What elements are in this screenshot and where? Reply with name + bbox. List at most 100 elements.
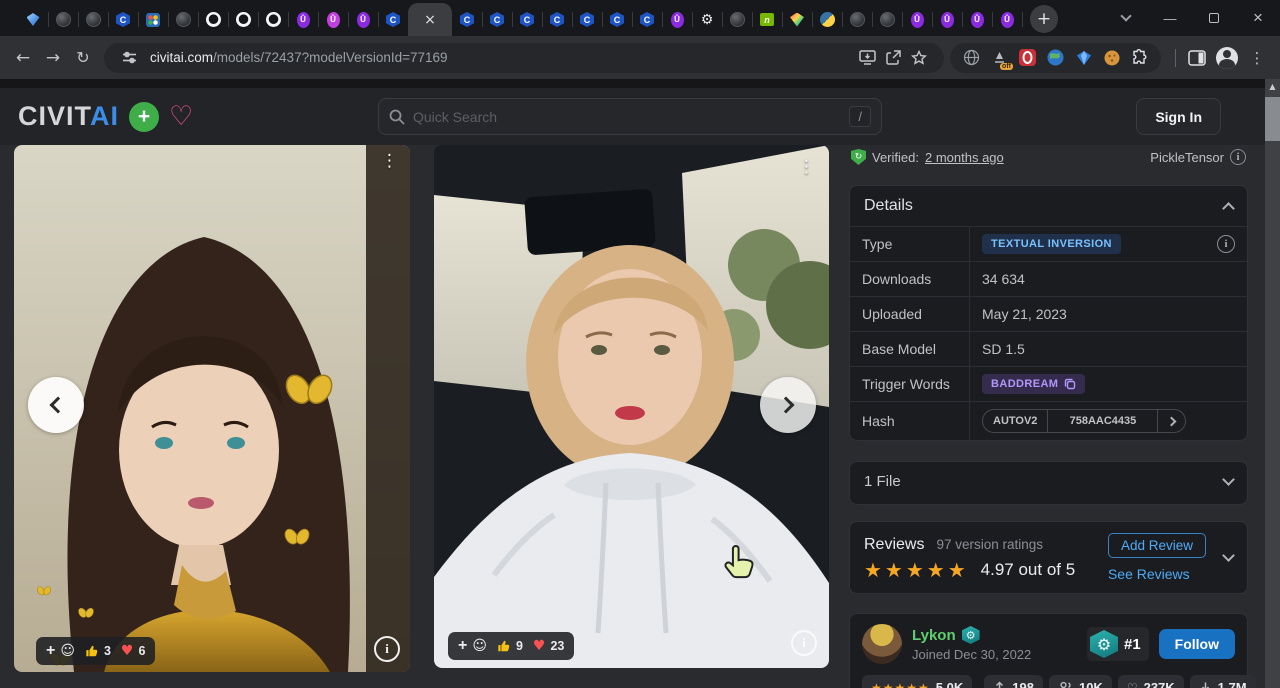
image-info-icon[interactable]: i [374,636,400,662]
tab[interactable] [872,3,902,36]
tab[interactable] [782,3,812,36]
image-info-icon[interactable]: i [791,630,817,656]
tab[interactable]: Û [348,3,378,36]
site-settings-icon[interactable] [116,45,142,71]
side-panel-icon[interactable] [1182,43,1212,73]
tab[interactable]: Û [932,3,962,36]
add-review-button[interactable]: Add Review [1108,533,1206,558]
restore-button[interactable] [1192,0,1236,36]
tab-close-icon[interactable]: × [424,13,436,27]
image-menu-icon[interactable]: ⋮ [381,153,398,170]
tab[interactable]: Û [662,3,692,36]
install-icon[interactable] [854,45,880,71]
tab[interactable] [138,3,168,36]
add-reaction-button[interactable]: +☺ [46,642,75,660]
tab[interactable] [812,3,842,36]
files-accordion-header[interactable]: 1 File [850,462,1247,501]
carousel-next-button[interactable] [760,377,816,433]
tab[interactable]: Û [962,3,992,36]
create-plus-button[interactable]: + [129,102,159,132]
creator-name[interactable]: Lykon [912,627,956,644]
share-icon[interactable] [880,45,906,71]
like-button[interactable]: 9 [497,639,523,653]
tab[interactable] [228,3,258,36]
tab[interactable]: C [602,3,632,36]
civitai-logo[interactable]: CIVITAI + ♡ [18,101,193,132]
tab[interactable] [198,3,228,36]
tab-active[interactable]: × [408,3,452,36]
reload-button[interactable]: ↻ [68,43,98,73]
tab[interactable]: Û [318,3,348,36]
see-reviews-link[interactable]: See Reviews [1108,566,1190,582]
tab[interactable] [48,3,78,36]
browser-menu-icon[interactable]: ⋮ [1242,43,1272,73]
creator-avatar[interactable] [862,624,902,664]
format-info-icon[interactable]: i [1230,149,1246,165]
extension-opera-icon[interactable] [1018,48,1037,67]
tab[interactable]: C [632,3,662,36]
tab[interactable]: C [512,3,542,36]
tab[interactable] [18,3,48,36]
bookmark-star-icon[interactable] [906,45,932,71]
tab[interactable] [168,3,198,36]
creator-rank-badge[interactable]: ⚙ #1 [1087,627,1149,661]
new-tab-button[interactable]: + [1030,5,1058,33]
hash-value[interactable]: 758AAC4435 [1047,410,1157,432]
tab[interactable] [78,3,108,36]
civitai-favicon: C [386,12,400,27]
type-info-icon[interactable]: i [1217,235,1235,253]
scrollbar-thumb[interactable] [1265,97,1280,141]
sign-in-button[interactable]: Sign In [1136,98,1221,135]
profile-avatar-icon[interactable] [1212,43,1242,73]
extension-cookie-icon[interactable] [1102,48,1121,67]
favorites-heart-icon[interactable]: ♡ [169,103,193,130]
tab[interactable]: Û [992,3,1022,36]
verified-time-link[interactable]: 2 months ago [925,150,1004,165]
chevron-down-icon[interactable] [1222,549,1235,562]
forward-button[interactable]: → [38,43,68,73]
hash-expand-button[interactable] [1157,410,1185,432]
tab[interactable]: Û [288,3,318,36]
back-button[interactable]: ← [8,43,38,73]
tab[interactable]: C [482,3,512,36]
like-button[interactable]: 3 [85,644,111,658]
tab[interactable]: C [572,3,602,36]
rating-stars[interactable]: ★★★★★ [864,560,969,580]
gallery-image-1[interactable]: ⋮ +☺ 3 ♥6 i [14,145,410,672]
image-menu-icon[interactable]: ⋮ [798,159,815,176]
tab[interactable]: C [452,3,482,36]
trigger-word-badge[interactable]: BADDREAM [982,374,1085,394]
extension-vpn-off-icon[interactable]: off [990,48,1009,67]
carousel-prev-button[interactable] [28,377,84,433]
heart-button[interactable]: ♥23 [533,638,564,654]
extension-globe-icon[interactable] [962,48,981,67]
tab[interactable]: ⚙ [692,3,722,36]
close-button[interactable]: × [1236,0,1280,36]
tab[interactable] [258,3,288,36]
tab[interactable]: C [542,3,572,36]
tab[interactable]: C [108,3,138,36]
page-scrollbar[interactable]: ▲ [1265,79,1280,688]
hash-pill[interactable]: AUTOV2 758AAC4435 [982,409,1186,433]
extension-gem-icon[interactable] [1074,48,1093,67]
tab[interactable]: n [752,3,782,36]
tab-search-icon[interactable] [1104,0,1148,36]
tab[interactable] [842,3,872,36]
address-bar[interactable]: civitai.com/models/72437?modelVersionId=… [104,43,944,73]
gallery-image-2[interactable]: ⋮ +☺ 9 ♥23 i [434,145,829,668]
scroll-up-arrow[interactable]: ▲ [1265,79,1280,94]
url-text[interactable]: civitai.com/models/72437?modelVersionId=… [150,50,854,65]
extension-earth-icon[interactable] [1046,48,1065,67]
type-badge[interactable]: TEXTUAL INVERSION [982,234,1121,254]
tab[interactable]: Û [902,3,932,36]
extensions-puzzle-icon[interactable] [1130,48,1149,67]
tab[interactable] [722,3,752,36]
details-accordion-header[interactable]: Details [850,186,1247,226]
tab[interactable]: C [378,3,408,36]
quick-search-input[interactable]: Quick Search / [378,98,882,135]
minimize-button[interactable]: — [1148,0,1192,36]
follow-button[interactable]: Follow [1159,629,1235,659]
copy-icon[interactable] [1064,378,1076,390]
heart-button[interactable]: ♥6 [121,643,146,659]
add-reaction-button[interactable]: +☺ [458,637,487,655]
